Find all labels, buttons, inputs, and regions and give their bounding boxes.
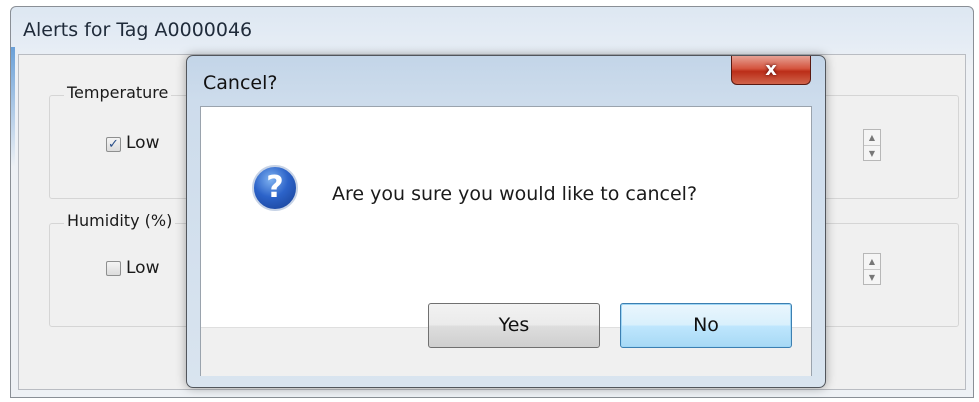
- parent-window-title: Alerts for Tag A0000046: [23, 19, 253, 41]
- humidity-low-checkbox[interactable]: [106, 261, 121, 276]
- yes-button[interactable]: Yes: [428, 303, 600, 348]
- close-icon: x: [765, 59, 777, 80]
- window-edge-glow: [11, 47, 15, 167]
- humidity-low-label: Low: [126, 258, 160, 278]
- spinner-down-icon[interactable]: ▼: [864, 269, 880, 285]
- dialog-message: Are you sure you would like to cancel?: [332, 183, 698, 205]
- question-icon: ?: [252, 165, 298, 211]
- spinner-down-icon[interactable]: ▼: [864, 145, 880, 161]
- humidity-group-label: Humidity (%): [64, 211, 176, 230]
- humidity-spinner[interactable]: ▲ ▼: [863, 253, 881, 285]
- temperature-group-label: Temperature: [64, 83, 172, 102]
- temperature-spinner[interactable]: ▲ ▼: [863, 129, 881, 161]
- spinner-up-icon[interactable]: ▲: [864, 130, 880, 145]
- spinner-up-icon[interactable]: ▲: [864, 254, 880, 269]
- close-button[interactable]: x: [731, 56, 811, 85]
- temperature-low-checkbox[interactable]: ✓: [106, 137, 121, 152]
- dialog-title: Cancel?: [203, 72, 278, 94]
- no-button[interactable]: No: [620, 303, 792, 348]
- temperature-low-label: Low: [126, 133, 160, 153]
- message-area: [201, 107, 811, 327]
